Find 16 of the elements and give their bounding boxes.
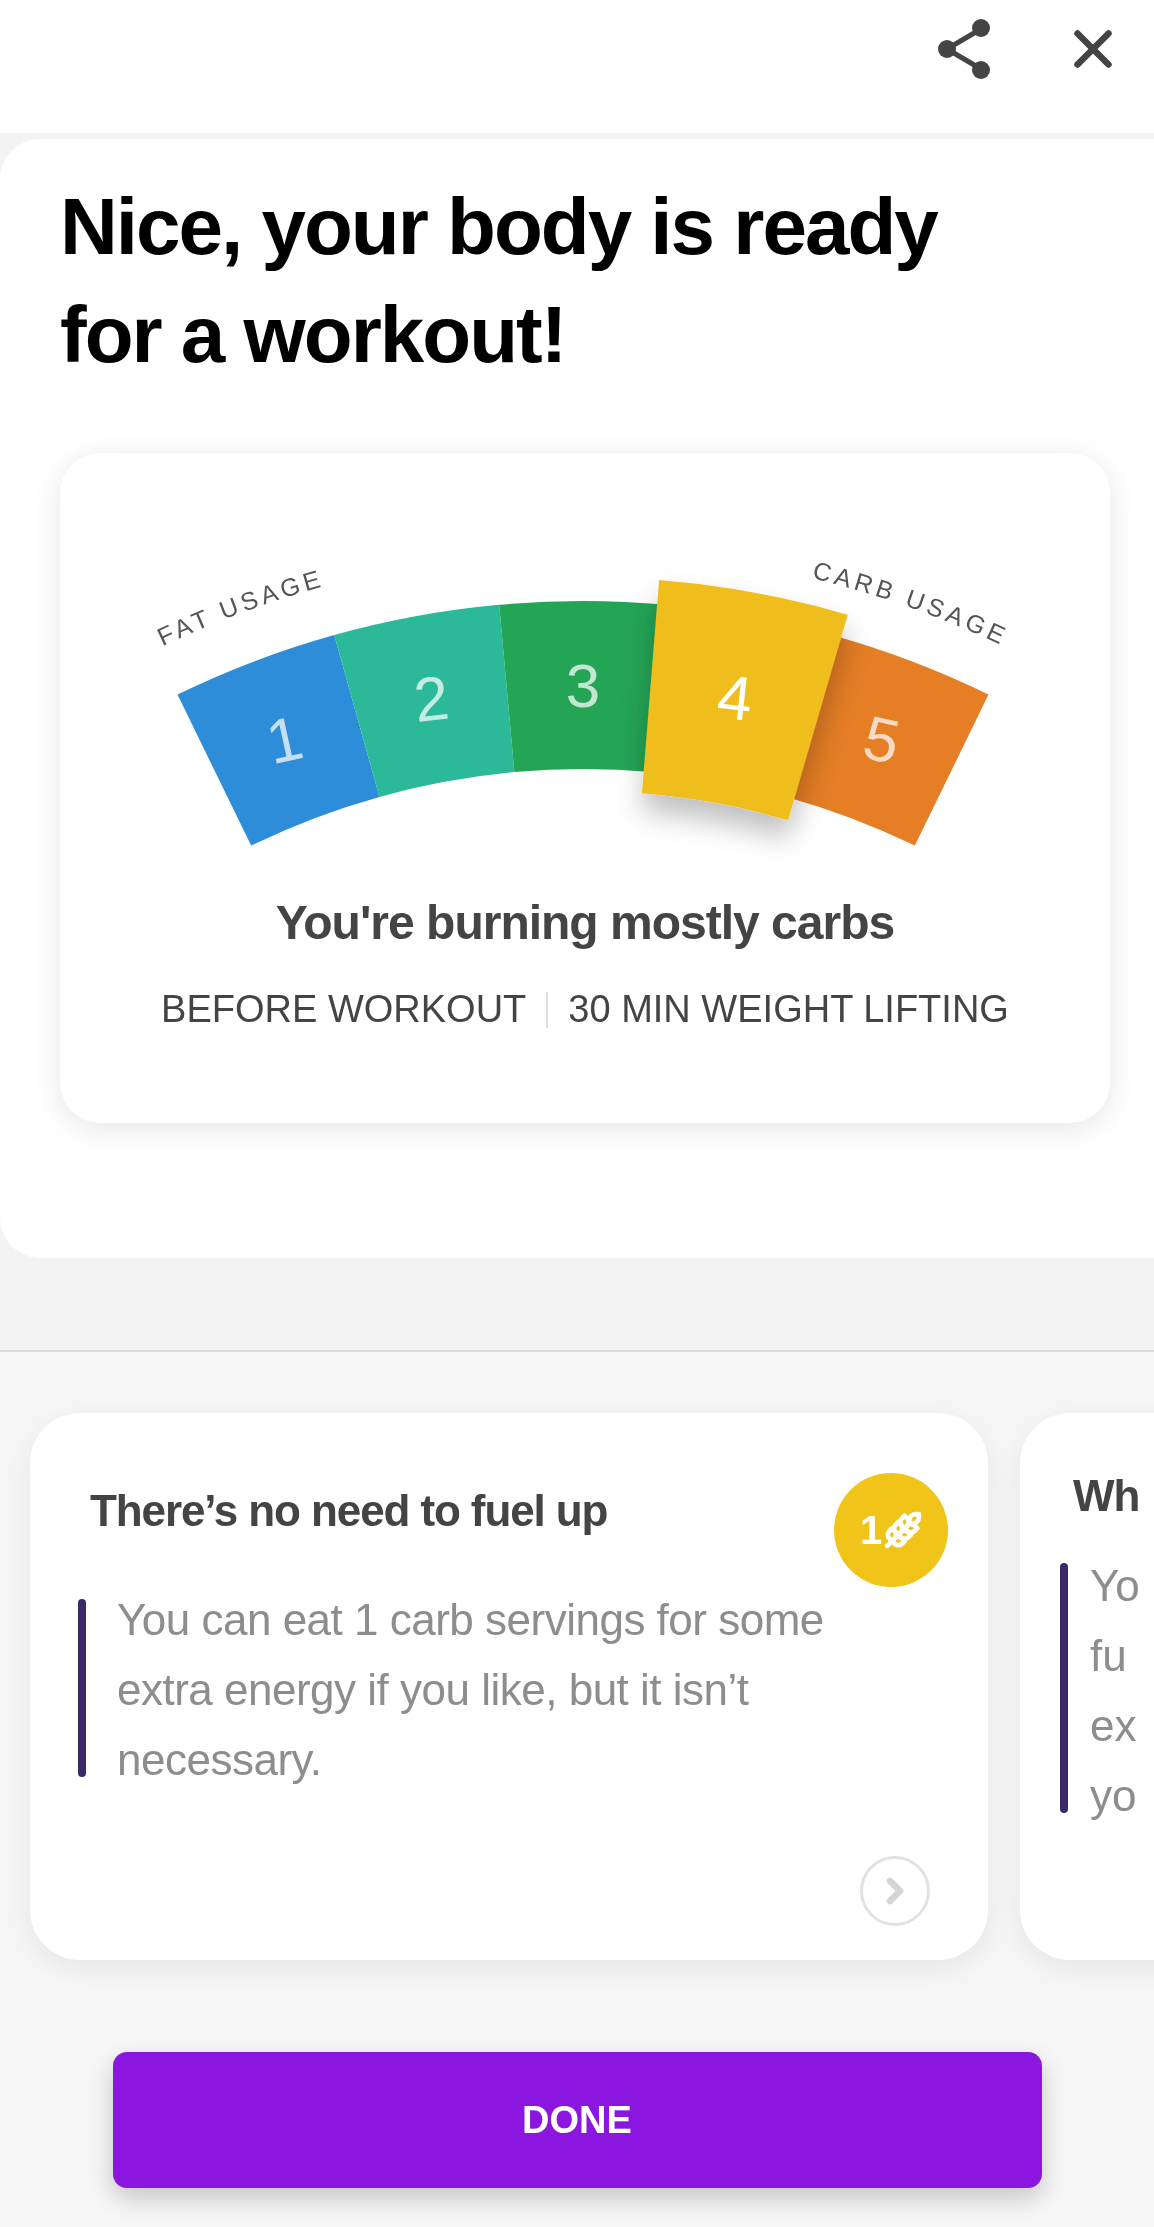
tip-title: Wh <box>1073 1470 1140 1522</box>
gauge-segment: 2 <box>334 604 515 797</box>
tip-text: Yo <box>1090 1560 1140 1612</box>
result-headline: You're burning mostly carbs <box>275 895 895 951</box>
tip-text: fu <box>1090 1630 1128 1682</box>
carb-badge: 1 <box>834 1473 948 1587</box>
tip-text: You can eat 1 carb servings for some extra energy if you like, but it isn’t necessary. <box>117 1594 825 1786</box>
wheat-icon <box>884 1511 923 1549</box>
tip-text: yo <box>1090 1770 1138 1822</box>
done-button[interactable]: DONE <box>112 2052 1042 2188</box>
tip-text: ex <box>1090 1700 1138 1752</box>
workout-context: 30 MIN WEIGHT LIFTING <box>568 987 1009 1032</box>
tip-title: There’s no need to fuel up <box>90 1485 608 1537</box>
workout-context: BEFORE WORKOUT <box>161 987 527 1032</box>
page-title: Nice, your body is ready for a workout! <box>60 181 939 381</box>
share-icon[interactable] <box>936 18 992 80</box>
